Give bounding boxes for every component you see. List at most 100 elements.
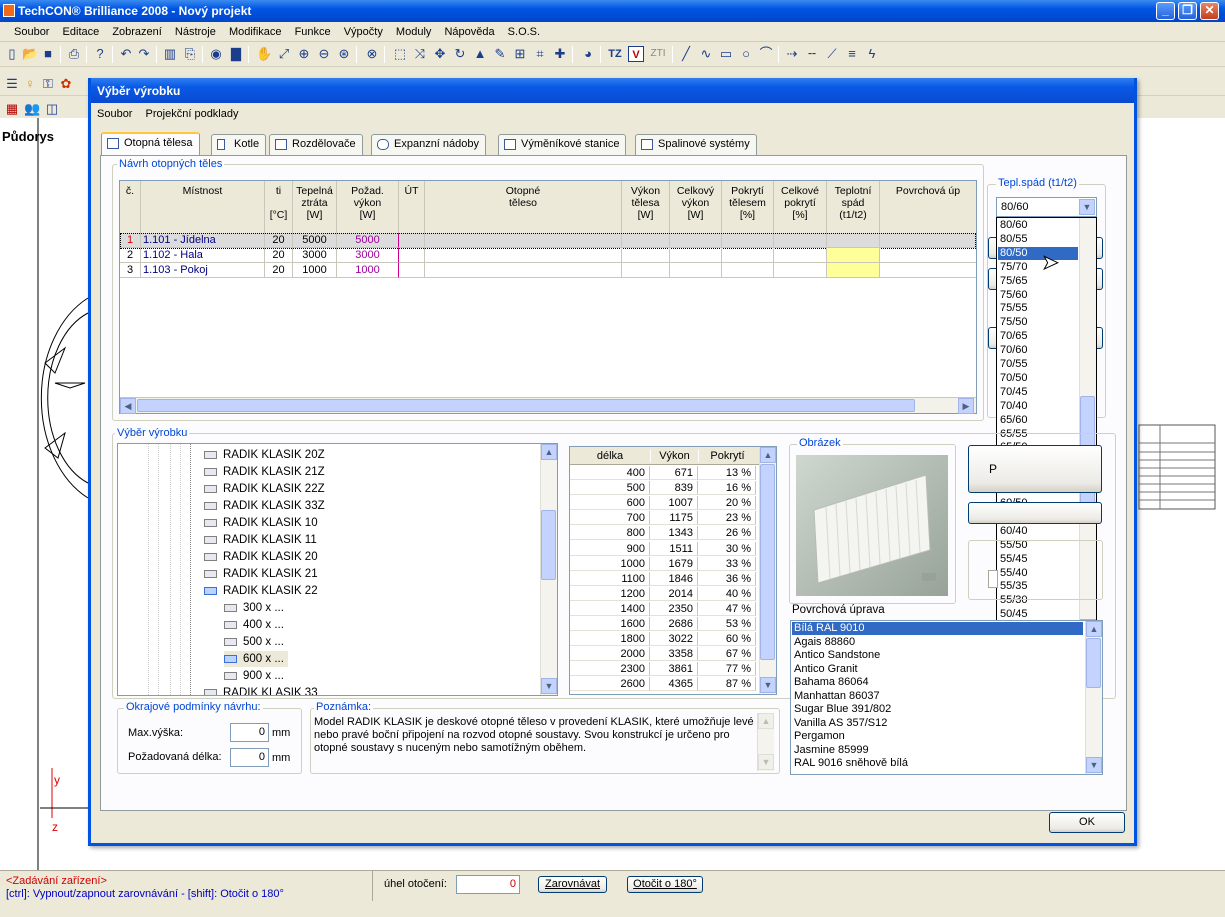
surface-list[interactable]: Bílá RAL 9010 Agais 88860 Antico Sandstone… — [790, 620, 1103, 775]
tree-item[interactable]: RADIK KLASIK 22 — [204, 583, 318, 599]
tree-subitem[interactable]: 400 x ... — [224, 617, 284, 633]
tree-item[interactable]: RADIK KLASIK 21 — [204, 566, 318, 582]
snap-icon[interactable]: ✚ — [552, 46, 568, 62]
scroll-thumb[interactable] — [760, 464, 775, 660]
table-row[interactable]: 3 1.103 - Pokoj 20 1000 1000 — [120, 263, 976, 278]
zoom-window-icon[interactable]: ⤢ — [276, 46, 292, 62]
rotate-180-button[interactable]: Otočit o 180° — [627, 876, 703, 893]
zoom-out-icon[interactable]: ⊖ — [316, 46, 332, 62]
chevron-down-icon[interactable]: ▼ — [1079, 199, 1095, 215]
max-height-input[interactable]: 0 — [230, 723, 269, 742]
dropdown-option[interactable]: 70/45 — [998, 386, 1078, 400]
list-item[interactable]: Bahama 86064 — [792, 676, 1083, 689]
tree-item[interactable]: RADIK KLASIK 10 — [204, 515, 318, 531]
tree-item[interactable]: RADIK KLASIK 33Z — [204, 498, 325, 514]
dropdown-option[interactable]: 75/60 — [998, 289, 1078, 303]
list-item[interactable]: Antico Sandstone — [792, 649, 1083, 662]
temp-drop-select[interactable]: 80/60 ▼ — [996, 197, 1097, 217]
chart-icon[interactable]: ◫ — [44, 101, 60, 117]
scroll-thumb[interactable] — [541, 510, 556, 580]
table-row[interactable]: 800 1343 26 % — [570, 526, 760, 541]
tree-item[interactable]: RADIK KLASIK 33 — [204, 685, 318, 695]
menu-sos[interactable]: S.O.S. — [503, 22, 545, 38]
mode-v-button[interactable]: V — [628, 46, 644, 62]
dropdown-option[interactable]: 80/60 — [998, 219, 1078, 233]
table-row[interactable]: 1 1.101 - Jídelna 20 5000 5000 — [120, 233, 976, 248]
pan-icon[interactable]: ✋ — [256, 46, 272, 62]
tree-item[interactable]: RADIK KLASIK 11 — [204, 532, 317, 548]
table-row[interactable]: 2600 4365 87 % — [570, 677, 760, 692]
menu-funkce[interactable]: Funkce — [290, 22, 336, 38]
mirror-icon[interactable]: ▲ — [472, 46, 488, 62]
move-node-icon[interactable]: ⤨ — [412, 46, 428, 62]
tab-otopna-telesa[interactable]: Otopná tělesa — [101, 132, 200, 156]
list-item[interactable]: Sugar Blue 391/802 — [792, 703, 1083, 716]
dialog-menu-projekcni-podklady[interactable]: Projekční podklady — [140, 103, 243, 120]
table-icon[interactable]: ▦ — [4, 101, 20, 117]
help-icon[interactable]: ? — [92, 46, 108, 62]
scroll-left-icon[interactable]: ◀ — [120, 398, 136, 414]
scroll-thumb[interactable] — [137, 399, 915, 412]
scroll-up-icon[interactable]: ▲ — [1086, 621, 1102, 637]
table-row[interactable]: 1800 3022 60 % — [570, 632, 760, 647]
cross-line-icon[interactable]: ⟋ — [824, 46, 840, 62]
menu-nastroje[interactable]: Nástroje — [170, 22, 221, 38]
table-row[interactable]: 2 1.102 - Hala 20 3000 3000 — [120, 248, 976, 263]
table-row[interactable]: 600 1007 20 % — [570, 496, 760, 511]
table-row[interactable]: 2000 3358 67 % — [570, 647, 760, 662]
surface-scrollbar[interactable]: ▲ ▼ — [1085, 621, 1102, 774]
lock-icon[interactable]: ⚿ — [40, 76, 56, 92]
table-row[interactable]: 1100 1846 36 % — [570, 571, 760, 586]
tree-item[interactable]: RADIK KLASIK 20 — [204, 549, 318, 565]
circle-icon[interactable]: ○ — [738, 46, 754, 62]
angle-input[interactable]: 0 — [456, 875, 520, 894]
minimize-button[interactable]: _ — [1156, 2, 1175, 20]
grid-icon[interactable]: ⌗ — [532, 46, 548, 62]
table-row[interactable]: 1200 2014 40 % — [570, 586, 760, 601]
product-tree[interactable]: RADIK KLASIK 20Z RADIK KLASIK 21Z RADIK … — [117, 443, 558, 696]
layout-icon[interactable]: ▥ — [162, 46, 178, 62]
break-line-icon[interactable]: ϟ — [864, 46, 880, 62]
dropdown-option[interactable]: 80/50 — [998, 246, 1078, 261]
align-button[interactable]: Zarovnávat — [538, 876, 607, 893]
edit-pen-icon[interactable]: ✎ — [492, 46, 508, 62]
side-button-4[interactable] — [968, 502, 1102, 524]
save-icon[interactable]: ■ — [40, 46, 56, 62]
book-icon[interactable]: ▇ — [228, 46, 244, 62]
menu-vypocty[interactable]: Výpočty — [339, 22, 388, 38]
dim-line-icon[interactable]: ⇢ — [784, 46, 800, 62]
color-wheel-icon[interactable]: ✿ — [58, 76, 74, 92]
zoom-all-icon[interactable]: ⊛ — [336, 46, 352, 62]
tree-item[interactable]: RADIK KLASIK 21Z — [204, 464, 325, 480]
dropdown-option[interactable]: 70/55 — [998, 358, 1078, 372]
scroll-down-icon[interactable]: ▼ — [760, 677, 776, 693]
design-grid[interactable]: č. Místnost ti [°C] Tepelná ztráta [W] P… — [119, 180, 977, 414]
scroll-down-icon[interactable]: ▼ — [1086, 757, 1102, 773]
dropdown-option[interactable]: 70/60 — [998, 344, 1078, 358]
list-item[interactable]: Antico Granit — [792, 663, 1083, 676]
dialog-menu-soubor[interactable]: Soubor — [91, 103, 136, 120]
side-field[interactable] — [988, 570, 998, 588]
scroll-right-icon[interactable]: ▶ — [958, 398, 974, 414]
list-item[interactable]: Jasmine 85999 — [792, 744, 1083, 757]
rotate-icon[interactable]: ↻ — [452, 46, 468, 62]
polyline-icon[interactable]: ∿ — [698, 46, 714, 62]
table-row[interactable]: 500 839 16 % — [570, 481, 760, 496]
restore-button[interactable]: ❐ — [1178, 2, 1197, 20]
table-row[interactable]: 1400 2350 47 % — [570, 601, 760, 616]
zoom-in-icon[interactable]: ⊕ — [296, 46, 312, 62]
network-icon[interactable]: ⊞ — [512, 46, 528, 62]
tree-subitem[interactable]: 300 x ... — [224, 600, 284, 616]
scroll-thumb[interactable] — [1086, 638, 1101, 688]
tree-subitem[interactable]: 500 x ... — [224, 634, 284, 650]
scroll-up-icon[interactable]: ▲ — [758, 713, 774, 729]
tab-kotle[interactable]: Kotle — [211, 134, 267, 155]
dropdown-option[interactable]: 70/40 — [998, 400, 1078, 414]
list-item[interactable]: Vanilla AS 357/S12 — [792, 717, 1083, 730]
open-folder-icon[interactable]: 📂 — [22, 46, 38, 62]
layers-icon[interactable]: ☰ — [4, 76, 20, 92]
menu-napoveda[interactable]: Nápověda — [439, 22, 499, 38]
tree-scrollbar[interactable]: ▲ ▼ — [540, 444, 557, 695]
dropdown-option[interactable]: 80/55 — [998, 233, 1078, 247]
table-row[interactable]: 2300 3861 77 % — [570, 662, 760, 677]
